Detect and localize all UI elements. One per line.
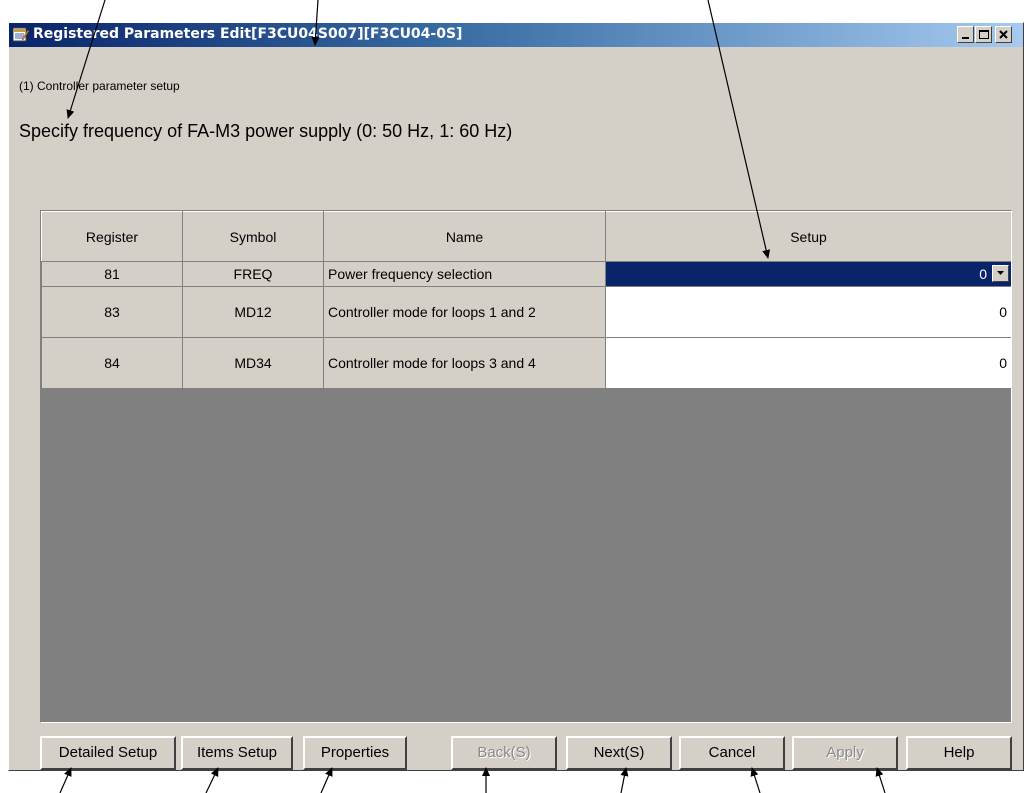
registered-parameters-dialog: Registered Parameters Edit[F3CU04S007][F… [8,22,1024,771]
grid-header-row: Register Symbol Name Setup [41,211,1011,262]
register-cell: 84 [41,337,183,389]
callout-arrow-properties [320,767,333,793]
callout-arrow-cancel [750,767,761,793]
detailed-setup-button[interactable]: Detailed Setup [40,736,176,770]
cancel-button[interactable]: Cancel [679,736,785,770]
minimize-button[interactable] [957,26,974,43]
table-row[interactable]: 83 MD12 Controller mode for loops 1 and … [41,286,1011,338]
name-cell: Power frequency selection [323,261,606,287]
window-title: Registered Parameters Edit[F3CU04S007][F… [33,26,463,42]
name-cell: Controller mode for loops 3 and 4 [323,337,606,389]
title-bar[interactable]: Registered Parameters Edit[F3CU04S007][F… [9,23,1023,47]
column-header-name[interactable]: Name [323,211,606,262]
callout-arrow-detailed-setup [59,767,72,793]
table-row[interactable]: 84 MD34 Controller mode for loops 3 and … [41,337,1011,389]
symbol-cell: MD12 [182,286,324,338]
chevron-down-icon [997,271,1004,275]
column-header-register[interactable]: Register [41,211,183,262]
symbol-cell: FREQ [182,261,324,287]
properties-button[interactable]: Properties [303,736,407,770]
help-button[interactable]: Help [906,736,1012,770]
symbol-cell: MD34 [182,337,324,389]
setup-input-cell[interactable]: 0 [605,286,1011,338]
parameter-grid[interactable]: Register Symbol Name Setup 81 FREQ Power… [40,210,1012,723]
close-button[interactable] [995,26,1012,43]
dropdown-button[interactable] [992,265,1009,282]
maximize-icon [979,30,989,39]
register-cell: 81 [41,261,183,287]
items-setup-button[interactable]: Items Setup [181,736,293,770]
setup-value: 0 [979,266,987,282]
callout-arrow-next [620,767,629,793]
table-row[interactable]: 81 FREQ Power frequency selection 0 [41,261,1011,287]
column-header-setup[interactable]: Setup [605,211,1011,262]
minimize-icon [962,37,969,39]
maximize-button[interactable] [975,26,992,43]
next-button[interactable]: Next(S) [566,736,672,770]
apply-button[interactable]: Apply [792,736,898,770]
callout-arrow-items-setup [205,767,219,793]
parameter-description: Specify frequency of FA-M3 power supply … [19,121,513,141]
close-icon [999,30,1008,39]
app-edit-icon [12,27,30,42]
register-cell: 83 [41,286,183,338]
callout-arrow-apply [875,767,886,793]
setup-dropdown-cell[interactable]: 0 [605,261,1011,287]
back-button[interactable]: Back(S) [451,736,557,770]
name-cell: Controller mode for loops 1 and 2 [323,286,606,338]
column-header-symbol[interactable]: Symbol [182,211,324,262]
setup-input-cell[interactable]: 0 [605,337,1011,389]
section-label: (1) Controller parameter setup [19,79,180,93]
